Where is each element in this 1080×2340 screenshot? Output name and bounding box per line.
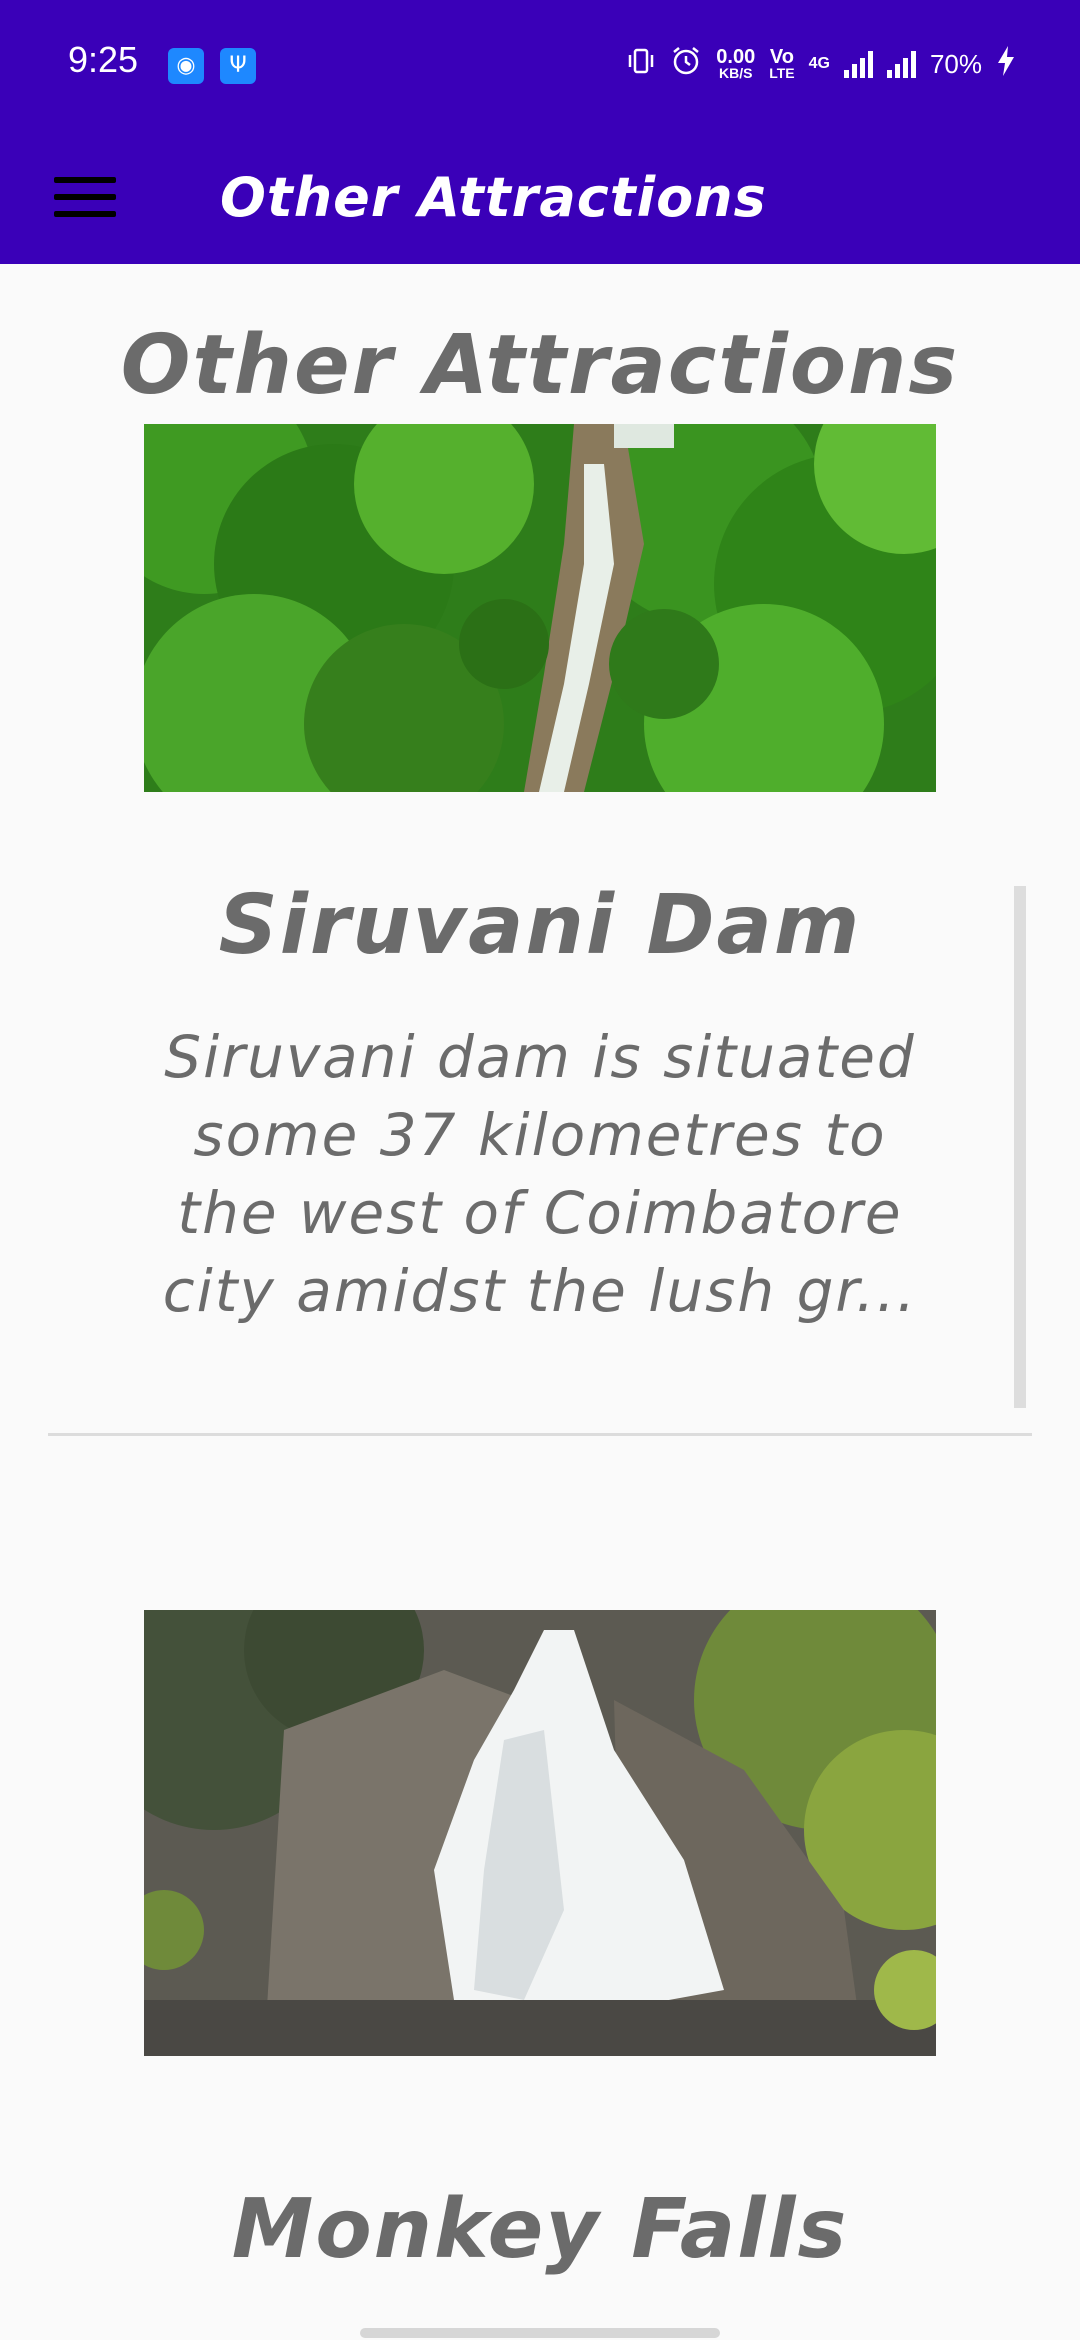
android-icon: ◉: [168, 48, 204, 84]
volte-indicator: Vo LTE: [769, 46, 795, 81]
net-speed: 0.00 KB/S: [716, 46, 756, 81]
status-indicators: 0.00 KB/S Vo LTE 4G 70%: [626, 44, 1016, 84]
status-time: 9:25: [68, 39, 139, 80]
attraction-title: Siruvani Dam: [218, 878, 862, 973]
app-bar-title: Other Attractions: [220, 166, 767, 229]
volte-top: Vo: [769, 46, 794, 68]
battery-level: 70%: [929, 48, 982, 79]
status-bar: 9:25 ◉ Ψ 0.00 KB/S Vo LTE 4G 70%: [0, 0, 1080, 132]
scrollbar[interactable]: [1014, 886, 1026, 1408]
attraction-description: Siruvani dam is situated some 37 kilomet…: [162, 1023, 918, 1325]
net-speed-value: 0.00: [716, 46, 756, 68]
app-bar: Other Attractions: [0, 132, 1080, 264]
divider: [48, 1433, 1032, 1436]
monkey-falls-image[interactable]: [144, 1610, 936, 2056]
attraction-title: Monkey Falls: [231, 2182, 849, 2277]
alarm-icon: [670, 45, 702, 84]
signal-icon: [843, 50, 873, 78]
charging-icon: [996, 45, 1016, 84]
signal-icon-2: [886, 50, 916, 78]
page-title: Other Attractions: [120, 318, 960, 413]
hamburger-menu-icon[interactable]: [46, 158, 124, 236]
volte-bottom: LTE: [769, 65, 795, 81]
net-speed-unit: KB/S: [719, 65, 753, 81]
network-type-label: 4G: [808, 55, 830, 72]
network-type: 4G: [809, 55, 830, 73]
home-indicator[interactable]: [360, 2328, 720, 2338]
vibrate-icon: [626, 46, 656, 83]
usb-icon: Ψ: [220, 48, 256, 84]
siruvani-dam-image[interactable]: [144, 424, 936, 792]
